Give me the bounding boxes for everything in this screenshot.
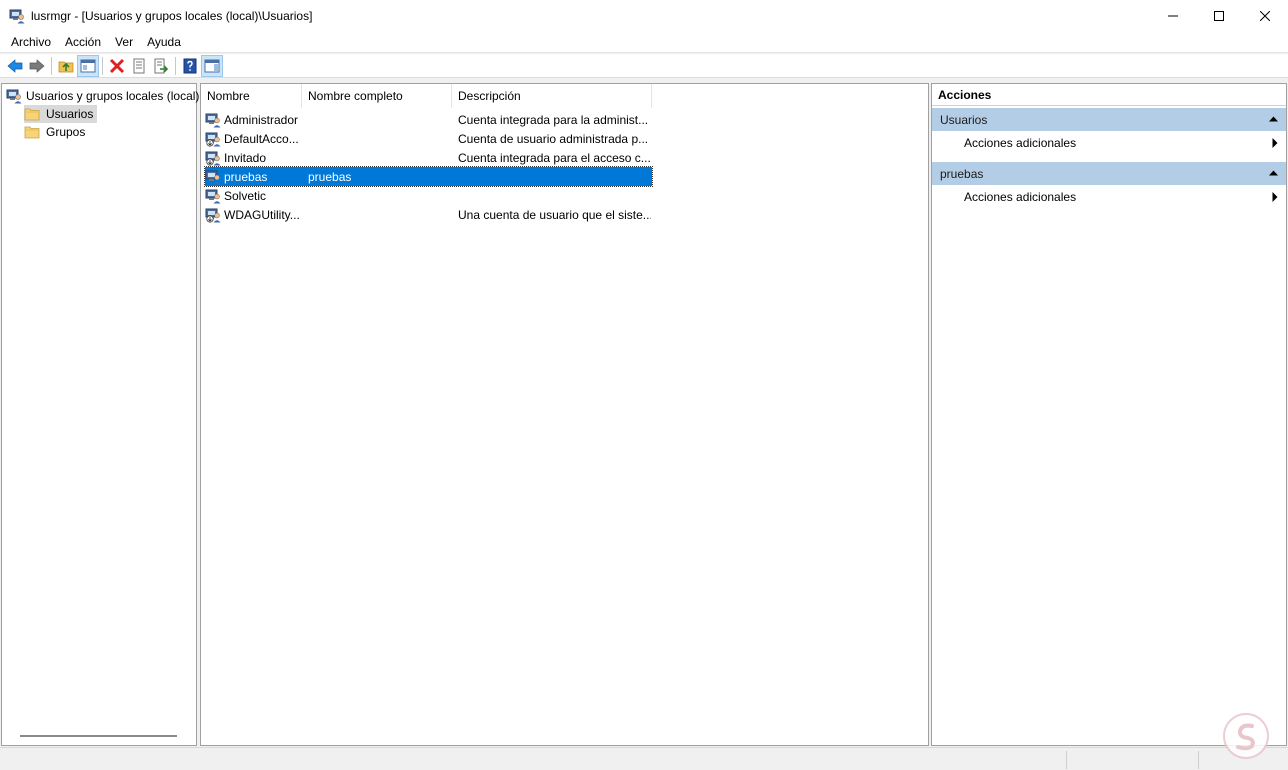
toolbar	[0, 54, 1288, 78]
export-icon	[154, 58, 169, 73]
properties-button[interactable]	[128, 55, 150, 77]
tree-item-usuarios[interactable]: Usuarios	[24, 105, 98, 123]
forward-arrow-icon	[29, 58, 45, 73]
list-row[interactable]: Administrador Cuenta integrada para la ad…	[205, 110, 652, 129]
disabled-user-icon	[205, 207, 221, 223]
tree-item-grupos[interactable]: Grupos	[24, 123, 89, 141]
menu-ayuda[interactable]: Ayuda	[140, 35, 188, 49]
menu-accion[interactable]: Acción	[58, 35, 108, 49]
tree-item-label: Usuarios	[46, 107, 94, 121]
status-divider	[1198, 751, 1199, 769]
column-header-nombre-completo[interactable]: Nombre completo	[302, 84, 452, 108]
collapse-caret-icon	[1269, 170, 1278, 176]
column-header-descripcion[interactable]: Descripción	[452, 84, 652, 108]
action-pane-icon	[204, 59, 220, 72]
help-button[interactable]	[179, 55, 201, 77]
list-row[interactable]: Invitado Cuenta integrada para el acceso …	[205, 148, 652, 167]
menu-ver[interactable]: Ver	[108, 35, 140, 49]
actions-section-pruebas[interactable]: pruebas	[932, 161, 1286, 185]
cell-descripcion: Cuenta integrada para la administ...	[458, 112, 649, 127]
tree-root-node[interactable]: Usuarios y grupos locales (local)	[6, 87, 199, 105]
submenu-arrow-icon	[1272, 192, 1278, 202]
disabled-user-icon	[205, 150, 221, 166]
action-acciones-adicionales-usuarios[interactable]: Acciones adicionales	[932, 132, 1286, 154]
column-header-nombre[interactable]: Nombre	[201, 84, 302, 108]
minimize-icon	[1168, 15, 1178, 16]
cell-nombre: WDAGUtility...	[224, 207, 300, 222]
cell-nombre: Invitado	[224, 150, 267, 165]
cell-descripcion: Una cuenta de usuario que el siste...	[458, 207, 651, 222]
title-bar: lusrmgr - [Usuarios y grupos locales (lo…	[0, 0, 1288, 31]
tree-item-label: Grupos	[46, 125, 86, 139]
menu-archivo[interactable]: Archivo	[4, 35, 58, 49]
cell-nombre-completo: pruebas	[308, 169, 352, 184]
menu-bar: Archivo Acción Ver Ayuda	[0, 31, 1288, 53]
toolbar-separator	[51, 56, 52, 75]
show-hide-action-pane-button[interactable]	[201, 54, 223, 77]
section-header-label: pruebas	[940, 166, 984, 181]
delete-x-icon	[109, 58, 125, 73]
user-icon	[205, 112, 221, 128]
properties-icon	[133, 58, 145, 73]
actions-pane: Acciones Usuarios Acciones adicionales p…	[931, 83, 1287, 746]
users-list-view: Nombre Nombre completo Descripción Admin…	[200, 83, 929, 746]
toolbar-separator	[102, 56, 103, 75]
help-icon	[183, 58, 197, 73]
folder-up-icon	[58, 61, 74, 72]
action-label: Acciones adicionales	[964, 136, 1077, 150]
user-icon	[205, 188, 221, 204]
delete-button[interactable]	[106, 55, 128, 77]
cell-descripcion: Cuenta integrada para el acceso c...	[458, 150, 651, 165]
actions-section-usuarios[interactable]: Usuarios	[932, 107, 1286, 131]
list-header: Nombre Nombre completo Descripción	[201, 84, 652, 108]
computer-users-icon	[9, 8, 25, 24]
close-icon	[1260, 10, 1270, 21]
list-row[interactable]: Solvetic	[205, 186, 652, 205]
close-button[interactable]	[1242, 0, 1288, 31]
status-bar	[0, 747, 1288, 770]
submenu-arrow-icon	[1272, 138, 1278, 148]
list-row[interactable]: DefaultAcco... Cuenta de usuario administ…	[205, 129, 652, 148]
window-title: lusrmgr - [Usuarios y grupos locales (lo…	[31, 8, 313, 23]
maximize-icon	[1214, 10, 1224, 21]
back-button[interactable]	[4, 55, 26, 77]
console-tree-icon	[80, 59, 96, 72]
cell-nombre: DefaultAcco...	[224, 131, 299, 146]
status-divider	[1066, 751, 1067, 769]
folder-icon	[24, 106, 40, 122]
cell-nombre: Solvetic	[224, 188, 267, 203]
toolbar-separator	[175, 56, 176, 75]
solvetic-watermark-logo	[1222, 712, 1270, 760]
actions-title: Acciones	[932, 84, 1286, 106]
minimize-button[interactable]	[1150, 0, 1196, 31]
folder-icon	[24, 124, 40, 140]
up-level-button[interactable]	[55, 55, 77, 77]
forward-button[interactable]	[26, 55, 48, 77]
show-hide-tree-button[interactable]	[77, 54, 99, 77]
action-acciones-adicionales-pruebas[interactable]: Acciones adicionales	[932, 186, 1286, 208]
console-tree: Usuarios y grupos locales (local) Usuari…	[1, 83, 199, 746]
list-row[interactable]: WDAGUtility... Una cuenta de usuario que …	[205, 205, 652, 224]
cell-nombre: Administrador	[224, 112, 299, 127]
maximize-button[interactable]	[1196, 0, 1242, 31]
cell-descripcion: Cuenta de usuario administrada p...	[458, 131, 649, 146]
computer-users-icon	[6, 88, 22, 104]
disabled-user-icon	[205, 131, 221, 147]
back-arrow-icon	[7, 58, 23, 73]
cell-nombre: pruebas	[224, 169, 268, 184]
action-label: Acciones adicionales	[964, 190, 1077, 204]
list-row[interactable]: pruebas pruebas	[204, 166, 653, 187]
section-header-label: Usuarios	[940, 112, 988, 127]
user-icon	[205, 169, 221, 185]
collapse-caret-icon	[1269, 116, 1278, 122]
tree-scrollbar[interactable]	[20, 735, 177, 737]
export-list-button[interactable]	[150, 55, 172, 77]
tree-root-label: Usuarios y grupos locales (local)	[26, 89, 200, 103]
